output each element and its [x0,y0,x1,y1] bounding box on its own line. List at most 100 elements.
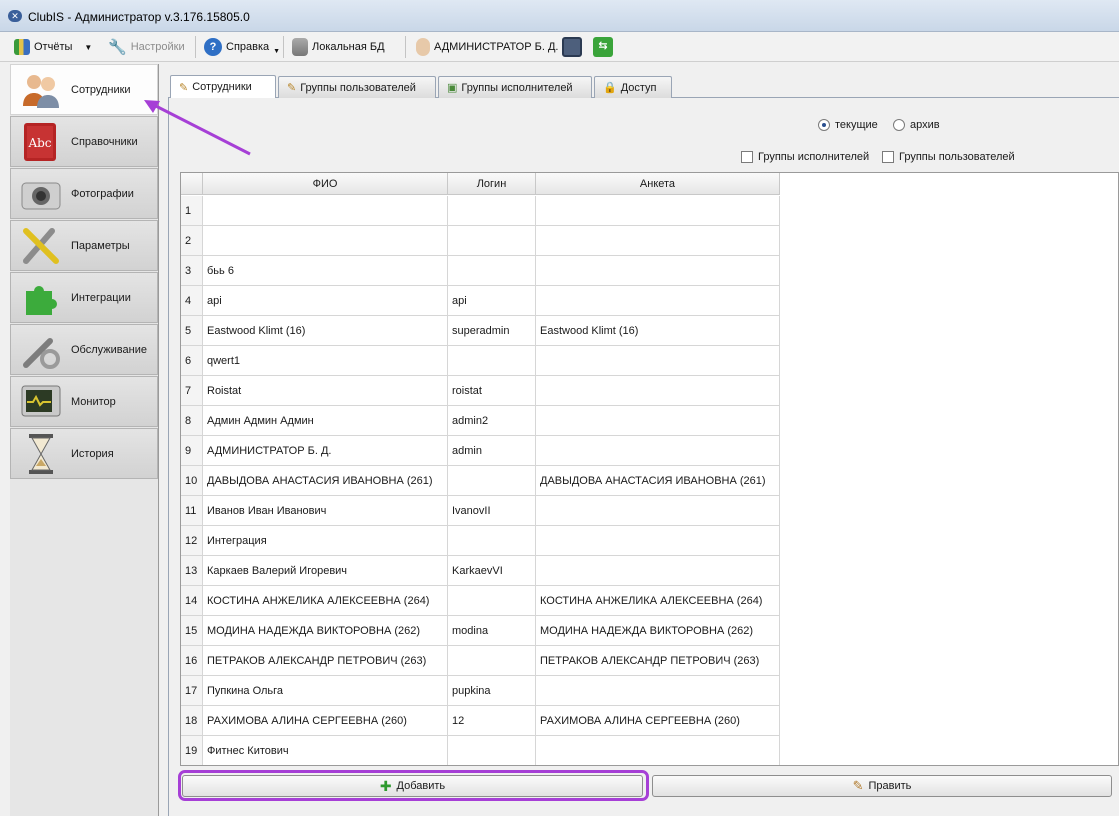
row-number-cell[interactable]: 7 [181,376,203,406]
help-menu-button[interactable]: ? Справка ▼ [204,35,280,59]
row-number-cell[interactable]: 13 [181,556,203,586]
profile-cell[interactable] [536,556,780,586]
profile-cell[interactable] [536,436,780,466]
column-header-profile[interactable]: Анкета [536,173,780,195]
sidebar-item-history[interactable]: История [10,428,158,479]
table-row[interactable]: 2 [181,226,780,256]
fio-cell[interactable]: ДАВЫДОВА АНАСТАСИЯ ИВАНОВНА (261) [203,466,448,496]
column-header-fio[interactable]: ФИО [203,173,448,195]
profile-cell[interactable]: МОДИНА НАДЕЖДА ВИКТОРОВНА (262) [536,616,780,646]
fio-cell[interactable]: qwert1 [203,346,448,376]
fio-cell[interactable] [203,196,448,226]
row-number-cell[interactable]: 2 [181,226,203,256]
exit-button[interactable]: ⇆ [593,35,613,59]
profile-cell[interactable] [536,346,780,376]
fio-cell[interactable]: Админ Админ Админ [203,406,448,436]
row-number-cell[interactable]: 12 [181,526,203,556]
lock-button[interactable] [562,35,582,59]
login-cell[interactable]: roistat [448,376,536,406]
table-row[interactable]: 3 бьь 6 [181,256,780,286]
row-number-cell[interactable]: 3 [181,256,203,286]
login-cell[interactable] [448,196,536,226]
fio-cell[interactable]: Иванов Иван Иванович [203,496,448,526]
sidebar-item-directories[interactable]: Abc Справочники [10,116,158,167]
login-cell[interactable]: superadmin [448,316,536,346]
radio-archive[interactable]: архив [893,119,940,131]
table-row[interactable]: 7 Roistat roistat [181,376,780,406]
tab-executor-groups[interactable]: ▣ Группы исполнителей [438,76,592,98]
row-number-cell[interactable]: 15 [181,616,203,646]
table-row[interactable]: 14 КОСТИНА АНЖЕЛИКА АЛЕКСЕЕВНА (264) КОСТИ… [181,586,780,616]
row-number-cell[interactable]: 5 [181,316,203,346]
tab-user-groups[interactable]: ✎ Группы пользователей [278,76,436,98]
fio-cell[interactable]: Roistat [203,376,448,406]
fio-cell[interactable]: ПЕТРАКОВ АЛЕКСАНДР ПЕТРОВИЧ (263) [203,646,448,676]
profile-cell[interactable] [536,196,780,226]
table-row[interactable]: 18 РАХИМОВА АЛИНА СЕРГЕЕВНА (260) 12 РАХИМО… [181,706,780,736]
row-number-cell[interactable]: 14 [181,586,203,616]
fio-cell[interactable]: Интеграция [203,526,448,556]
table-row[interactable]: 4 api api [181,286,780,316]
sidebar-item-parameters[interactable]: Параметры [10,220,158,271]
row-number-cell[interactable]: 18 [181,706,203,736]
login-cell[interactable]: modina [448,616,536,646]
table-row[interactable]: 8 Админ Админ Админ admin2 [181,406,780,436]
sidebar-item-employees[interactable]: Сотрудники [10,64,158,115]
profile-cell[interactable] [536,376,780,406]
table-row[interactable]: 10 ДАВЫДОВА АНАСТАСИЯ ИВАНОВНА (261) ДАВЫД… [181,466,780,496]
row-number-cell[interactable]: 9 [181,436,203,466]
login-cell[interactable] [448,646,536,676]
table-row[interactable]: 6 qwert1 [181,346,780,376]
column-header-login[interactable]: Логин [448,173,536,195]
login-cell[interactable]: 12 [448,706,536,736]
fio-cell[interactable]: бьь 6 [203,256,448,286]
login-cell[interactable]: pupkina [448,676,536,706]
fio-cell[interactable] [203,226,448,256]
profile-cell[interactable]: ПЕТРАКОВ АЛЕКСАНДР ПЕТРОВИЧ (263) [536,646,780,676]
fio-cell[interactable]: РАХИМОВА АЛИНА СЕРГЕЕВНА (260) [203,706,448,736]
table-row[interactable]: 12 Интеграция [181,526,780,556]
table-row[interactable]: 17 Пупкина Ольга pupkina [181,676,780,706]
reports-menu-button[interactable]: Отчёты ▼ [14,35,92,59]
row-number-cell[interactable]: 19 [181,736,203,765]
employees-table[interactable]: ФИО Логин Анкета 123 бьь 6 4 api api 5 Eastwo… [180,172,1119,766]
login-cell[interactable] [448,526,536,556]
table-row[interactable]: 11 Иванов Иван Иванович IvanovII [181,496,780,526]
fio-cell[interactable]: МОДИНА НАДЕЖДА ВИКТОРОВНА (262) [203,616,448,646]
table-row[interactable]: 19 Фитнес Китович [181,736,780,765]
profile-cell[interactable] [536,406,780,436]
profile-cell[interactable] [536,676,780,706]
profile-cell[interactable] [536,286,780,316]
row-number-cell[interactable]: 8 [181,406,203,436]
edit-button[interactable]: ✎ Править [652,775,1112,797]
row-number-cell[interactable]: 10 [181,466,203,496]
fio-cell[interactable]: Пупкина Ольга [203,676,448,706]
login-cell[interactable]: api [448,286,536,316]
login-cell[interactable] [448,346,536,376]
sidebar-item-maintenance[interactable]: Обслуживание [10,324,158,375]
profile-cell[interactable]: Eastwood Klimt (16) [536,316,780,346]
settings-button[interactable]: 🔧 Настройки [108,35,185,59]
profile-cell[interactable]: КОСТИНА АНЖЕЛИКА АЛЕКСЕЕВНА (264) [536,586,780,616]
fio-cell[interactable]: АДМИНИСТРАТОР Б. Д. [203,436,448,466]
row-number-cell[interactable]: 4 [181,286,203,316]
sidebar-item-photos[interactable]: Фотографии [10,168,158,219]
row-number-cell[interactable]: 1 [181,196,203,226]
database-button[interactable]: Локальная БД [292,35,385,59]
fio-cell[interactable]: КОСТИНА АНЖЕЛИКА АЛЕКСЕЕВНА (264) [203,586,448,616]
row-number-cell[interactable]: 11 [181,496,203,526]
tab-access[interactable]: 🔒 Доступ [594,76,672,98]
login-cell[interactable] [448,226,536,256]
sidebar-item-integrations[interactable]: Интеграции [10,272,158,323]
fio-cell[interactable]: api [203,286,448,316]
sidebar-item-monitor[interactable]: Монитор [10,376,158,427]
current-user-button[interactable]: АДМИНИСТРАТОР Б. Д. [416,35,558,59]
table-row[interactable]: 15 МОДИНА НАДЕЖДА ВИКТОРОВНА (262) modina М… [181,616,780,646]
row-number-cell[interactable]: 6 [181,346,203,376]
checkbox-executor-groups[interactable]: Группы исполнителей [741,151,869,163]
login-cell[interactable]: IvanovII [448,496,536,526]
row-number-cell[interactable]: 17 [181,676,203,706]
profile-cell[interactable]: ДАВЫДОВА АНАСТАСИЯ ИВАНОВНА (261) [536,466,780,496]
table-row[interactable]: 9 АДМИНИСТРАТОР Б. Д. admin [181,436,780,466]
profile-cell[interactable]: РАХИМОВА АЛИНА СЕРГЕЕВНА (260) [536,706,780,736]
